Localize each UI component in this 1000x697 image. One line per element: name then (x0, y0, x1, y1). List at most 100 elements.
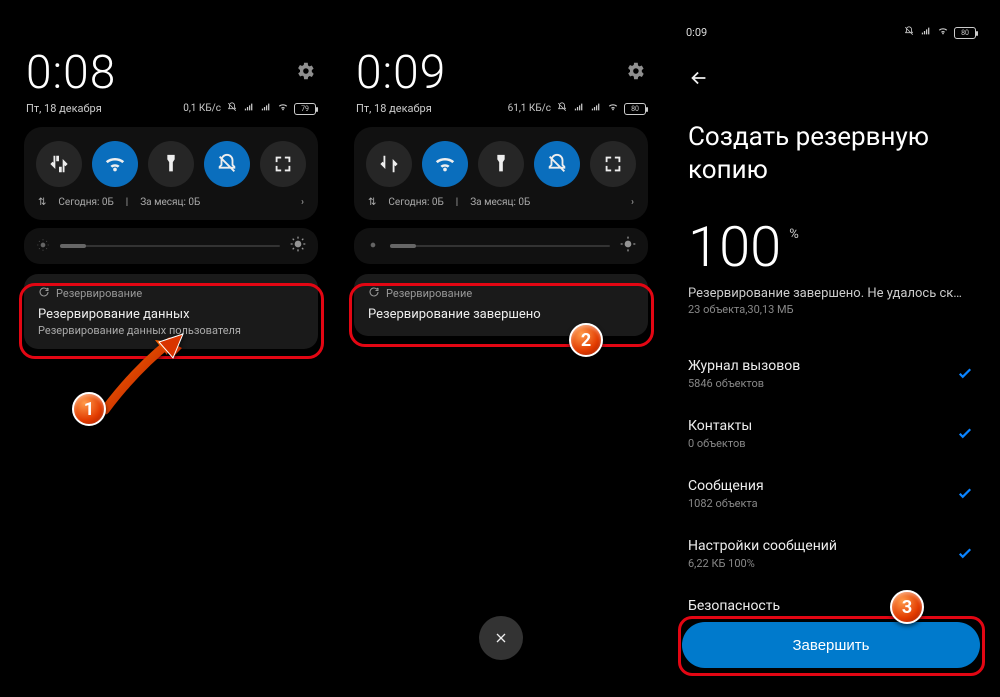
usage-icon: ⇅ (368, 197, 376, 208)
network-speed: 61,1 КБ/с (508, 103, 551, 114)
clear-notifications-button[interactable] (479, 616, 523, 660)
step-badge-1: 1 (72, 392, 106, 426)
wifi-icon (277, 102, 289, 115)
clock-row: 0:09 (342, 46, 660, 102)
mute-icon (903, 26, 915, 39)
data-usage-row[interactable]: ⇅ Сегодня: 0Б | За месяц: 0Б › (364, 187, 638, 212)
mute-icon (556, 102, 568, 115)
network-speed: 0,1 КБ/с (183, 103, 221, 114)
list-item[interactable]: Журнал вызовов 5846 объектов (688, 344, 974, 404)
quick-settings-panel: ⇅ Сегодня: 0Б | За месяц: 0Б › (24, 127, 318, 220)
notif-app-row: Резервирование (368, 286, 634, 301)
chevron-right-icon: › (631, 197, 634, 208)
brightness-low-icon (36, 237, 50, 256)
refresh-icon (368, 286, 380, 301)
back-button[interactable] (688, 67, 974, 93)
list-item[interactable]: Сообщения 1082 объекта (688, 464, 974, 524)
item-title: Безопасность (688, 598, 974, 614)
battery-icon: 80 (624, 103, 646, 115)
status-bar: 0:09 80 (672, 18, 990, 43)
item-sub: 0 объектов (688, 437, 956, 450)
progress-value: 100 (688, 214, 781, 280)
brightness-slider[interactable] (24, 228, 318, 264)
item-title: Контакты (688, 418, 956, 434)
data-usage-row[interactable]: ⇅ Сегодня: 0Б | За месяц: 0Б › (34, 187, 308, 212)
toggle-screenshot[interactable] (260, 141, 306, 187)
date-row: Пт, 18 декабря 61,1 КБ/с 80 (342, 102, 660, 123)
progress-row: 100 % (672, 214, 990, 280)
check-icon (956, 544, 974, 566)
phone-screenshot-3: 0:09 80 Создать резервную копию 100 % Ре… (672, 18, 990, 678)
finish-button[interactable]: Завершить (682, 622, 980, 668)
signal-icon-2 (260, 102, 272, 115)
signal-icon (573, 102, 585, 115)
notif-title: Резервирование данных (38, 307, 304, 322)
check-icon (956, 424, 974, 446)
usage-today: Сегодня: 0Б (388, 197, 443, 208)
signal-icon (243, 102, 255, 115)
clock-row: 0:08 (12, 46, 330, 102)
toggle-mute[interactable] (534, 141, 580, 187)
item-sub: 6,22 КБ 100% (688, 557, 956, 570)
brightness-high-icon (620, 236, 636, 256)
notif-app-row: Резервирование (38, 286, 304, 301)
percent-sign: % (789, 227, 799, 242)
toggle-wifi[interactable] (92, 141, 138, 187)
gear-icon[interactable] (294, 60, 316, 86)
brightness-high-icon (290, 236, 306, 256)
toggle-wifi[interactable] (422, 141, 468, 187)
usage-sep: | (456, 197, 458, 208)
date-text: Пт, 18 декабря (356, 102, 432, 115)
backup-summary: 23 объекта,30,13 МБ (672, 301, 990, 344)
battery-icon: 80 (954, 27, 976, 39)
usage-today: Сегодня: 0Б (58, 197, 113, 208)
signal-icon (920, 26, 932, 39)
usage-month: За месяц: 0Б (470, 197, 530, 208)
item-title: Журнал вызовов (688, 358, 956, 374)
signal-icon-2 (590, 102, 602, 115)
item-sub: 5846 объектов (688, 377, 956, 390)
toggle-data[interactable] (36, 141, 82, 187)
finish-bar: Завершить (682, 622, 980, 668)
status-time: 0:09 (686, 26, 707, 39)
list-item[interactable]: Контакты 0 объектов (688, 404, 974, 464)
step-badge-2: 2 (569, 323, 603, 357)
toggle-screenshot[interactable] (590, 141, 636, 187)
gear-icon[interactable] (624, 60, 646, 86)
page-header: Создать резервную копию (672, 43, 990, 186)
usage-sep: | (126, 197, 128, 208)
date-row: Пт, 18 декабря 0,1 КБ/с 79 (12, 102, 330, 123)
usage-icon: ⇅ (38, 197, 46, 208)
usage-month: За месяц: 0Б (140, 197, 200, 208)
item-sub: 1082 объекта (688, 497, 956, 510)
page-title: Создать резервную копию (688, 121, 974, 186)
quick-settings-panel: ⇅ Сегодня: 0Б | За месяц: 0Б › (354, 127, 648, 220)
toggle-flashlight[interactable] (478, 141, 524, 187)
clock-time: 0:09 (356, 46, 446, 100)
notif-title: Резервирование завершено (368, 307, 634, 322)
backup-items-list: Журнал вызовов 5846 объектов Контакты 0 об… (672, 344, 990, 621)
chevron-right-icon: › (301, 197, 304, 208)
check-icon (956, 484, 974, 506)
toggle-data[interactable] (366, 141, 412, 187)
notif-app-name: Резервирование (386, 287, 472, 300)
list-item[interactable]: Безопасность (688, 584, 974, 621)
brightness-slider[interactable] (354, 228, 648, 264)
wifi-icon (607, 102, 619, 115)
wifi-icon (937, 26, 949, 39)
brightness-low-icon (366, 237, 380, 256)
notif-app-name: Резервирование (56, 287, 142, 300)
check-icon (956, 364, 974, 386)
toggle-mute[interactable] (204, 141, 250, 187)
refresh-icon (38, 286, 50, 301)
item-title: Настройки сообщений (688, 538, 956, 554)
notification-backup-done[interactable]: Резервирование Резервирование завершено (354, 274, 648, 336)
toggle-flashlight[interactable] (148, 141, 194, 187)
step-badge-3: 3 (890, 590, 924, 624)
mute-icon (226, 102, 238, 115)
date-text: Пт, 18 декабря (26, 102, 102, 115)
clock-time: 0:08 (26, 46, 116, 100)
list-item[interactable]: Настройки сообщений 6,22 КБ 100% (688, 524, 974, 584)
item-title: Сообщения (688, 478, 956, 494)
backup-status-text: Резервирование завершено. Не удалось ск… (672, 280, 990, 301)
